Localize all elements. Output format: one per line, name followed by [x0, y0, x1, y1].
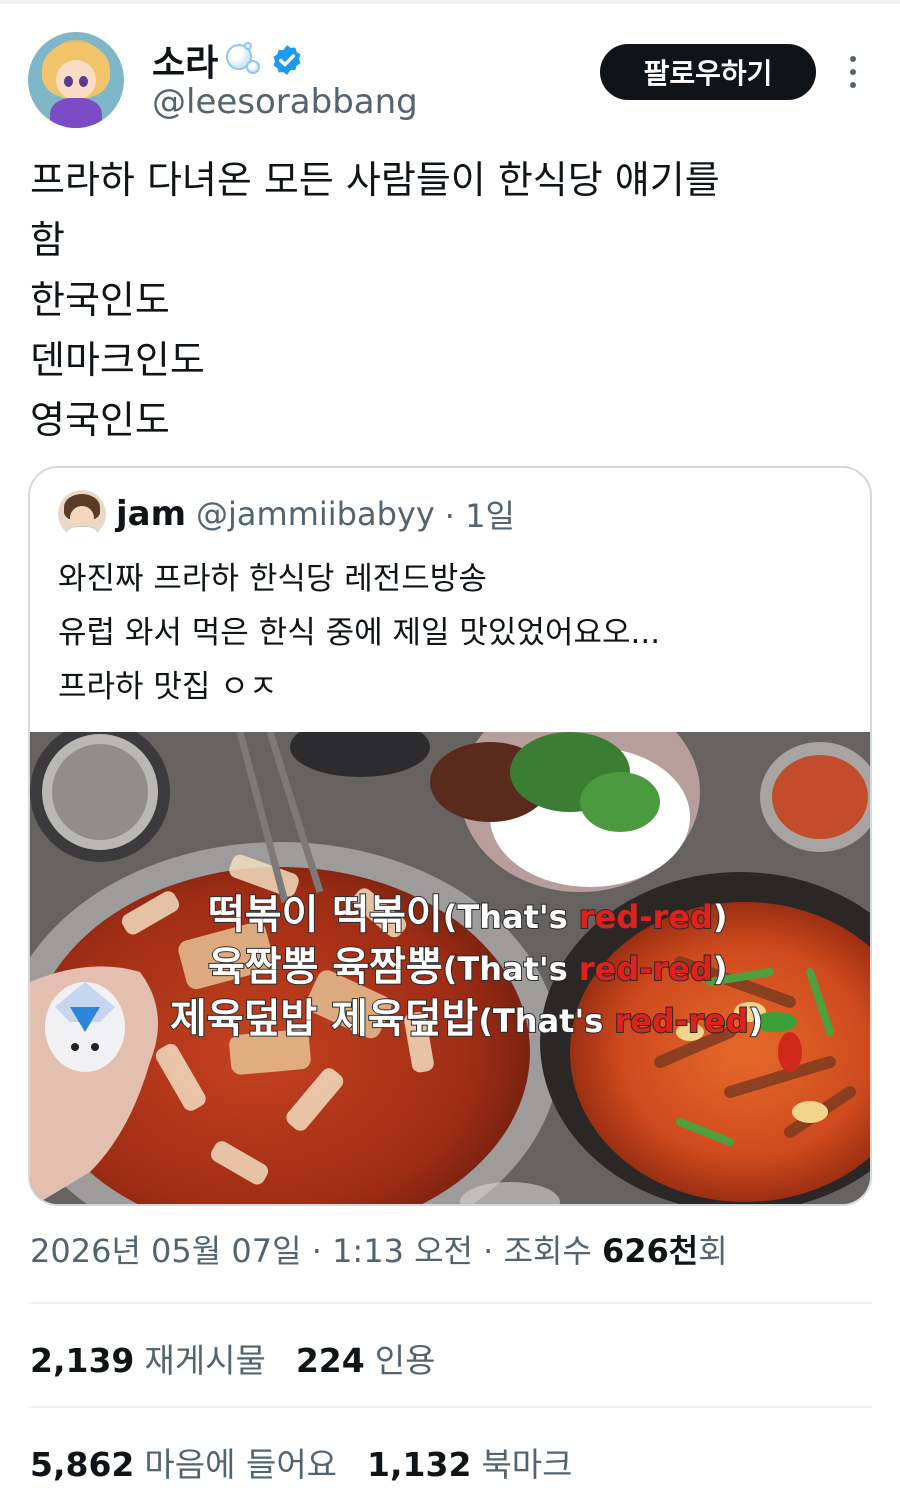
likes-label: 마음에 들어요: [144, 1445, 338, 1484]
overlay-line-ko: 제육덮밥 제육덮밥: [170, 996, 479, 1042]
author-handle[interactable]: @leesorabbang: [152, 82, 418, 122]
more-icon[interactable]: [840, 52, 866, 92]
views-label: 조회수: [503, 1232, 602, 1270]
top-divider: [0, 0, 900, 4]
follow-button[interactable]: 팔로우하기: [600, 44, 816, 100]
tweet-time[interactable]: 1:13 오전: [332, 1232, 473, 1270]
quoted-line: 프라하 맛집 ㅇㅈ: [58, 669, 278, 705]
views-suffix: 회: [698, 1232, 728, 1270]
svg-text:떡볶이 떡볶이(That's red-red): 떡볶이 떡볶이(That's red-red): [208, 892, 728, 938]
overlay-line-en: (That's: [478, 1002, 614, 1040]
reposts-stat[interactable]: 2,139 재게시물: [30, 1334, 266, 1382]
views-value: 626천: [602, 1232, 699, 1270]
tweet-text: 프라하 다녀온 모든 사람들이 한식당 얘기를 함 한국인도 덴마크인도 영국인…: [30, 150, 720, 450]
overlay-line-en: (That's: [443, 950, 579, 988]
reposts-label: 재게시물: [144, 1341, 266, 1380]
overlay-line-end: ): [749, 1002, 764, 1040]
tweet-date[interactable]: 2026년 05월 07일: [30, 1232, 302, 1270]
bookmarks-stat[interactable]: 1,132 북마크: [367, 1438, 572, 1486]
overlay-line-ko: 육짬뽕 육짬뽕: [208, 944, 443, 990]
divider: [28, 1302, 872, 1304]
tweet-meta: 2026년 05월 07일 · 1:13 오전 · 조회수 626천회: [30, 1226, 728, 1272]
overlay-line-red: red-red: [614, 1002, 748, 1040]
engagement-row-2: 5,862 마음에 들어요 1,132 북마크: [30, 1438, 573, 1486]
likes-count: 5,862: [30, 1445, 135, 1484]
divider: [28, 1406, 872, 1408]
avatar[interactable]: [28, 32, 124, 128]
overlay-line-en: (That's: [443, 898, 579, 936]
quoted-tweet-photo[interactable]: 떡볶이 떡볶이(That's red-red) 육짬뽕 육짬뽕(That's r…: [30, 732, 872, 1206]
quoted-line: 와진짜 프라하 한식당 레전드방송: [58, 561, 487, 597]
svg-text:육짬뽕 육짬뽕(That's red-red): 육짬뽕 육짬뽕(That's red-red): [208, 944, 728, 990]
overlay-line-red: red-red: [579, 950, 713, 988]
quotes-count: 224: [295, 1341, 365, 1380]
quotes-stat[interactable]: 224 인용: [296, 1334, 436, 1382]
tweet-line: 한국인도: [30, 278, 170, 322]
quoted-author-handle: @jammiibabyy: [196, 495, 435, 533]
tweet-line: 프라하 다녀온 모든 사람들이 한식당 얘기를: [30, 158, 720, 202]
quoted-tweet-age: · 1일: [444, 497, 515, 535]
likes-stat[interactable]: 5,862 마음에 들어요: [30, 1438, 337, 1486]
quoted-tweet-text: 와진짜 프라하 한식당 레전드방송 유럽 와서 먹은 한식 중에 제일 맛있었어…: [58, 552, 660, 714]
quoted-tweet-card[interactable]: jam @jammiibabyy · 1일 와진짜 프라하 한식당 레전드방송 …: [28, 466, 872, 1206]
quoted-tweet-header: jam @jammiibabyy · 1일: [58, 490, 515, 538]
tweet-line: 영국인도: [30, 398, 170, 442]
overlay-line-red: red-red: [579, 898, 713, 936]
tweet-line: 덴마크인도: [30, 338, 205, 382]
reposts-count: 2,139: [30, 1341, 135, 1380]
tweet-line: 함: [30, 218, 65, 262]
verified-icon: [273, 45, 301, 75]
author-name-row[interactable]: 소라: [152, 34, 304, 86]
meta-separator: ·: [472, 1232, 504, 1270]
overlay-line-ko: 떡볶이 떡볶이: [208, 892, 443, 938]
bookmarks-count: 1,132: [367, 1445, 472, 1484]
quoted-avatar: [58, 490, 106, 538]
overlay-line-end: ): [713, 898, 728, 936]
engagement-row-1: 2,139 재게시물 224 인용: [30, 1334, 435, 1382]
quotes-label: 인용: [374, 1341, 436, 1380]
author-display-name[interactable]: 소라: [152, 34, 218, 86]
meta-separator: ·: [301, 1232, 333, 1270]
quoted-line: 유럽 와서 먹은 한식 중에 제일 맛있었어요오...: [58, 615, 661, 651]
bubble-icon: [224, 40, 262, 80]
bookmarks-label: 북마크: [481, 1445, 573, 1484]
quoted-author-name: jam: [116, 494, 187, 534]
overlay-line-end: ): [713, 950, 728, 988]
svg-text:제육덮밥 제육덮밥(That's red-red): 제육덮밥 제육덮밥(That's red-red): [170, 996, 763, 1042]
